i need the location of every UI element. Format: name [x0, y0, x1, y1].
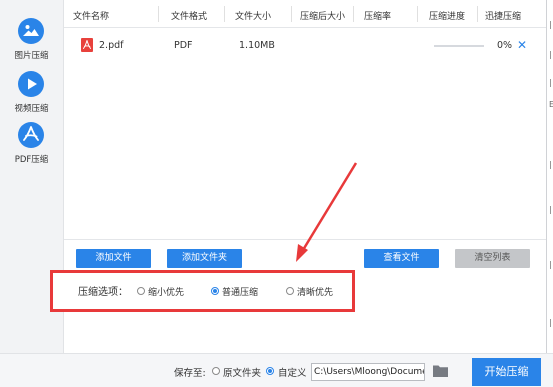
sidebar-item-pdf-compress[interactable]: PDF压缩 [0, 122, 63, 166]
add-folder-button[interactable]: 添加文件夹 [167, 249, 242, 268]
sidebar-item-label: 视频压缩 [14, 104, 49, 114]
compression-options-label: 压缩选项： [78, 287, 128, 298]
option-label-normal[interactable]: 普通压缩 [222, 285, 258, 298]
column-divider [477, 6, 478, 22]
option-radio-smaller[interactable] [137, 287, 145, 295]
column-header-size: 文件大小 [235, 12, 272, 22]
folder-icon[interactable] [433, 364, 448, 377]
close-icon[interactable]: ✕ [517, 39, 527, 51]
option-radio-clearer[interactable] [286, 287, 294, 295]
view-files-button[interactable]: 查看文件 [364, 249, 439, 268]
sidebar-item-label: 图片压缩 [14, 51, 49, 61]
play-icon [18, 71, 44, 97]
column-divider [353, 6, 354, 22]
start-compress-button[interactable]: 开始压缩 [472, 358, 541, 386]
file-name: 2.pdf [99, 40, 124, 51]
clear-list-button[interactable]: 清空列表 [455, 249, 530, 268]
sidebar-item-label: PDF压缩 [14, 155, 49, 165]
column-header-progress: 压缩进度 [429, 12, 466, 22]
column-divider [224, 6, 225, 22]
sidebar-item-video-compress[interactable]: 视频压缩 [0, 71, 63, 115]
column-divider [158, 6, 159, 22]
sidebar-item-image-compress[interactable]: 图片压缩 [0, 18, 63, 62]
edge-char: | [549, 50, 552, 59]
edge-char: | [549, 260, 552, 269]
save-radio-original[interactable] [212, 367, 220, 375]
pdf-icon [18, 122, 44, 148]
edge-char: E [549, 100, 553, 109]
column-header-compressed-size: 压缩后大小 [300, 12, 346, 22]
progress-bar [434, 45, 484, 47]
column-divider [291, 6, 292, 22]
option-radio-normal[interactable] [211, 287, 219, 295]
column-header-name: 文件名称 [73, 12, 110, 22]
progress-percent: 0% [497, 40, 513, 51]
save-path-input[interactable] [311, 363, 425, 381]
list-divider [64, 239, 547, 240]
file-size: 1.10MB [239, 40, 275, 51]
table-header: 文件名称 文件格式 文件大小 压缩后大小 压缩率 压缩进度 迅捷压缩 [64, 0, 547, 28]
save-to-label: 保存至: [174, 368, 206, 379]
option-label-clearer[interactable]: 清晰优先 [297, 285, 333, 298]
add-file-button[interactable]: 添加文件 [76, 249, 151, 268]
edge-char: | [549, 318, 552, 327]
edge-char: | [549, 20, 552, 29]
save-radio-custom[interactable] [266, 367, 274, 375]
save-label-original[interactable]: 原文件夹 [223, 365, 261, 379]
image-icon [18, 18, 44, 44]
column-header-format: 文件格式 [171, 12, 208, 22]
column-header-ratio: 压缩率 [364, 12, 392, 22]
column-divider [417, 6, 418, 22]
pdf-file-icon [81, 38, 93, 52]
column-header-xunjie: 迅捷压缩 [485, 12, 522, 22]
edge-char: | [549, 160, 552, 169]
option-label-smaller[interactable]: 缩小优先 [148, 285, 184, 298]
table-row[interactable]: 2.pdf PDF 1.10MB 0% ✕ [64, 30, 547, 62]
bottom-bar: 保存至: 原文件夹 自定义 开始压缩 [0, 353, 553, 387]
file-format: PDF [174, 40, 193, 51]
edge-char: | [549, 78, 552, 87]
save-label-custom[interactable]: 自定义 [278, 365, 307, 379]
background-window-edge: | | | E | | | | [546, 0, 553, 353]
edge-char: | [549, 205, 552, 214]
